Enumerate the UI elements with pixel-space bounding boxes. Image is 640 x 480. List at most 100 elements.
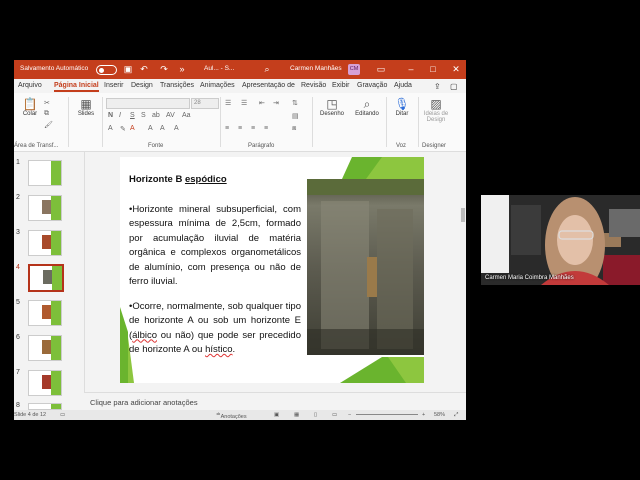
undo-icon[interactable]: ↶ <box>139 64 149 74</box>
editing-button[interactable]: ⌕ Editando <box>350 97 384 117</box>
user-avatar[interactable]: CM <box>348 64 360 75</box>
align-center-icon[interactable]: ≡ <box>238 125 242 132</box>
document-name[interactable]: Aul... - S... <box>204 65 234 72</box>
indent-icon[interactable]: ⇤ <box>259 99 265 107</box>
tab-transicoes[interactable]: Transições <box>160 82 194 89</box>
comments-icon[interactable]: ▢ <box>450 82 458 91</box>
design-ideas-label: Ideias de Design <box>423 111 449 123</box>
clear-format-icon[interactable]: A <box>174 125 179 132</box>
slide-thumbnail[interactable] <box>28 370 62 396</box>
align-right-icon[interactable]: ≡ <box>251 125 255 132</box>
shrink-font-icon[interactable]: A <box>160 125 165 132</box>
paste-label: Colar <box>22 111 38 117</box>
tab-exibir[interactable]: Exibir <box>332 82 350 89</box>
fit-to-window-icon[interactable]: ⤢ <box>454 412 458 419</box>
drawing-button[interactable]: ◳ Desenho <box>316 97 348 117</box>
reading-view-icon[interactable]: ▯ <box>314 412 317 418</box>
maximize-icon[interactable]: □ <box>428 64 438 74</box>
normal-view-icon[interactable]: ▣ <box>274 412 279 418</box>
font-color-icon[interactable]: A <box>130 125 135 132</box>
font-size-field[interactable]: 28 <box>191 98 219 109</box>
search-icon[interactable]: ⌕ <box>262 64 272 74</box>
tab-design[interactable]: Design <box>131 82 153 89</box>
tab-gravacao[interactable]: Gravação <box>357 82 387 89</box>
grow-font-icon[interactable]: A <box>148 125 153 132</box>
more-commands-icon[interactable]: » <box>177 64 187 74</box>
vertical-scrollbar[interactable] <box>460 152 466 392</box>
slide-thumbnail[interactable] <box>28 195 62 221</box>
slide-title[interactable]: Horizonte B espódico <box>129 173 301 188</box>
tab-pagina-inicial[interactable]: Página Inicial <box>54 82 99 92</box>
numbering-icon[interactable]: ☰ <box>241 99 247 107</box>
justify-icon[interactable]: ≡ <box>264 125 268 132</box>
thumb-number: 2 <box>16 194 20 201</box>
zoom-level[interactable]: 58% <box>434 412 445 418</box>
zoom-slider[interactable] <box>356 414 418 415</box>
highlight-icon[interactable]: ✎ <box>120 125 126 133</box>
divider <box>68 97 69 147</box>
slide-body[interactable]: Horizonte B espódico •Horizonte mineral … <box>129 173 301 368</box>
new-slide-button[interactable]: ▦ Slides <box>74 97 98 117</box>
accessibility-icon[interactable]: ▭ <box>60 412 65 418</box>
slide-thumbnail[interactable] <box>28 160 62 186</box>
tab-ajuda[interactable]: Ajuda <box>394 82 412 89</box>
redo-icon[interactable]: ↷ <box>159 64 169 74</box>
group-paragraph: Parágrafo <box>248 143 275 149</box>
slideshow-icon[interactable]: ▭ <box>332 412 337 418</box>
slide-thumbnail[interactable] <box>28 335 62 361</box>
notes-pane[interactable]: Clique para adicionar anotações <box>84 392 466 411</box>
bold-icon[interactable]: N <box>108 112 113 119</box>
slide-canvas[interactable]: Horizonte B espódico •Horizonte mineral … <box>120 157 424 383</box>
change-case-icon[interactable]: Aa <box>182 112 191 119</box>
slide-thumbnail[interactable] <box>28 300 62 326</box>
slide-sorter-icon[interactable]: ▦ <box>294 412 299 418</box>
tab-inserir[interactable]: Inserir <box>104 82 123 89</box>
ribbon-display-icon[interactable]: ▭ <box>376 64 386 74</box>
microphone-icon: 🎙 <box>394 97 410 111</box>
shadow-icon[interactable]: S <box>141 112 146 119</box>
share-icon[interactable]: ⇪ <box>434 82 441 91</box>
thumb-number: 4 <box>16 264 20 271</box>
tab-arquivo[interactable]: Arquivo <box>18 82 42 89</box>
autosave-toggle[interactable] <box>96 65 117 75</box>
paste-button[interactable]: 📋 Colar <box>20 97 40 117</box>
soil-profile-photo[interactable] <box>307 179 424 355</box>
tab-animacoes[interactable]: Animações <box>200 82 235 89</box>
close-icon[interactable]: ✕ <box>451 64 461 74</box>
underline-icon[interactable]: S <box>130 112 135 119</box>
paste-icon: 📋 <box>22 97 38 111</box>
divider <box>418 97 419 147</box>
font-name-field[interactable] <box>106 98 190 109</box>
tab-apresentacao[interactable]: Apresentação de <box>242 82 296 89</box>
char-spacing-icon[interactable]: AV <box>166 112 175 119</box>
slide-thumbnail[interactable] <box>28 403 62 410</box>
save-icon[interactable]: ▣ <box>123 64 133 74</box>
zoom-out-icon[interactable]: − <box>348 412 351 418</box>
slide-thumbnail-selected[interactable] <box>28 264 64 292</box>
tab-revisao[interactable]: Revisão <box>301 82 326 89</box>
slides-label: Slides <box>77 111 95 117</box>
italic-icon[interactable]: I <box>119 112 121 119</box>
design-ideas-button[interactable]: ▨ Ideias de Design <box>420 97 452 123</box>
text-direction-icon[interactable]: ⇅ <box>292 99 298 107</box>
smartart-icon[interactable]: ⧈ <box>292 125 296 133</box>
notes-placeholder: Clique para adicionar anotações <box>90 398 198 407</box>
outdent-icon[interactable]: ⇥ <box>273 99 279 107</box>
copy-icon[interactable]: ⧉ <box>44 110 49 118</box>
dictate-button[interactable]: 🎙 Ditar <box>390 97 414 117</box>
zoom-in-icon[interactable]: + <box>422 412 425 418</box>
paragraph-1[interactable]: •Horizonte mineral subsuperficial, com e… <box>129 203 301 290</box>
strikethrough-icon[interactable]: ab <box>152 112 160 119</box>
format-painter-icon[interactable]: 🖌 <box>44 121 53 129</box>
minimize-icon[interactable]: – <box>406 64 416 74</box>
user-name[interactable]: Carmen Manhães <box>290 65 342 72</box>
notes-toggle[interactable]: ≐ Anotações <box>216 412 247 420</box>
align-text-icon[interactable]: ▤ <box>292 112 299 120</box>
slide-thumbnail[interactable] <box>28 230 62 256</box>
align-left-icon[interactable]: ≡ <box>225 125 229 132</box>
paragraph-2[interactable]: •Ocorre, normalmente, sob qualquer tipo … <box>129 300 301 358</box>
scrollbar-thumb[interactable] <box>461 208 465 222</box>
bullets-icon[interactable]: ☰ <box>225 99 231 107</box>
cut-icon[interactable]: ✂ <box>44 99 50 107</box>
text-effects-icon[interactable]: A <box>108 125 113 132</box>
